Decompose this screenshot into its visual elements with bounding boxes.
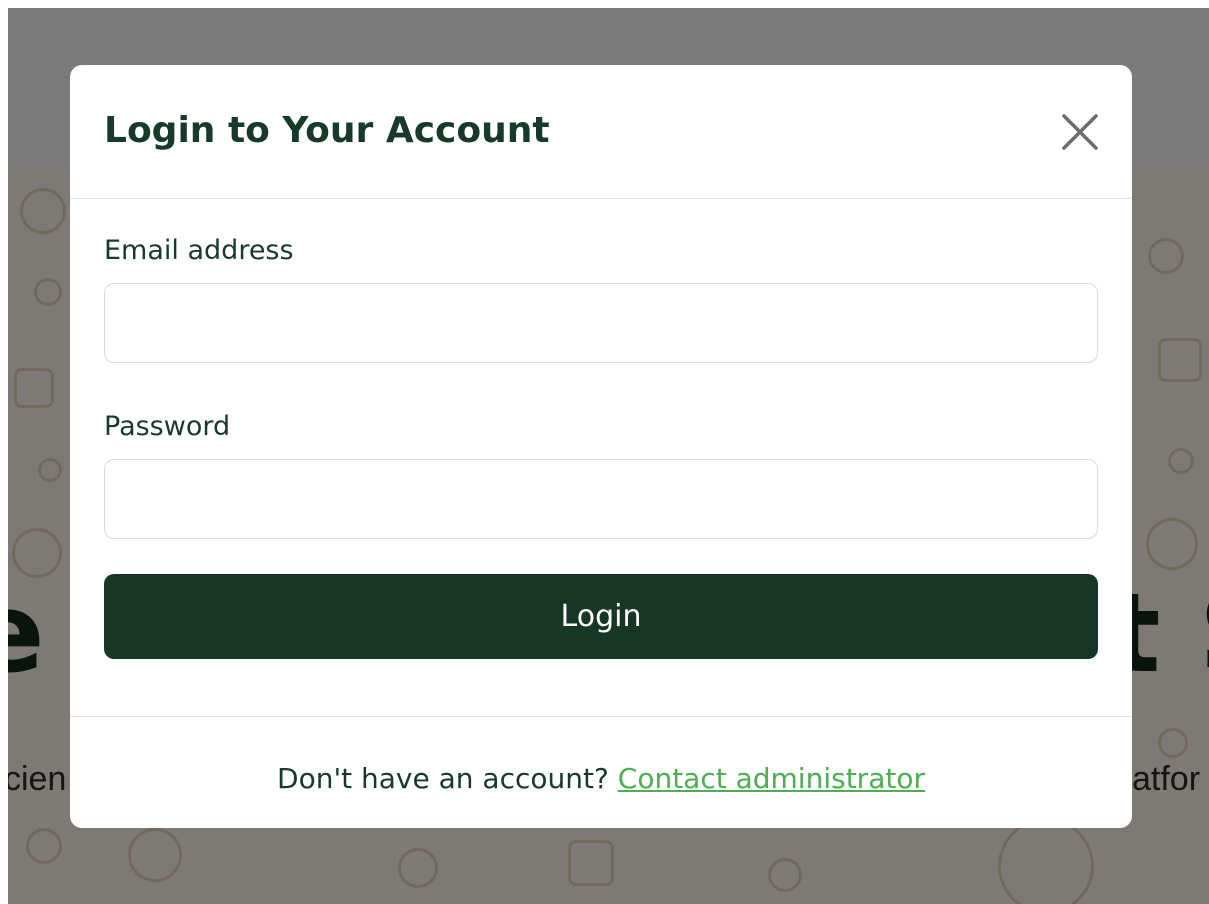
footer-prompt: Don't have an account? [277, 762, 609, 795]
email-field[interactable] [104, 283, 1098, 363]
login-button[interactable]: Login [104, 574, 1098, 659]
footer-line: Don't have an account? Contact administr… [70, 761, 1132, 797]
page-stage: e t S cien atfor Login to Your Account E… [8, 8, 1209, 904]
modal-header: Login to Your Account [70, 65, 1132, 199]
close-icon [1062, 114, 1098, 150]
password-label: Password [104, 411, 231, 442]
modal-title: Login to Your Account [104, 110, 550, 151]
modal-body: Email address Password Login [104, 233, 1098, 659]
email-label: Email address [104, 235, 294, 266]
password-field[interactable] [104, 459, 1098, 539]
modal-footer: Don't have an account? Contact administr… [70, 716, 1132, 828]
close-button[interactable] [1056, 108, 1104, 156]
login-modal: Login to Your Account Email address Pass… [70, 65, 1132, 828]
contact-administrator-link[interactable]: Contact administrator [618, 762, 925, 795]
